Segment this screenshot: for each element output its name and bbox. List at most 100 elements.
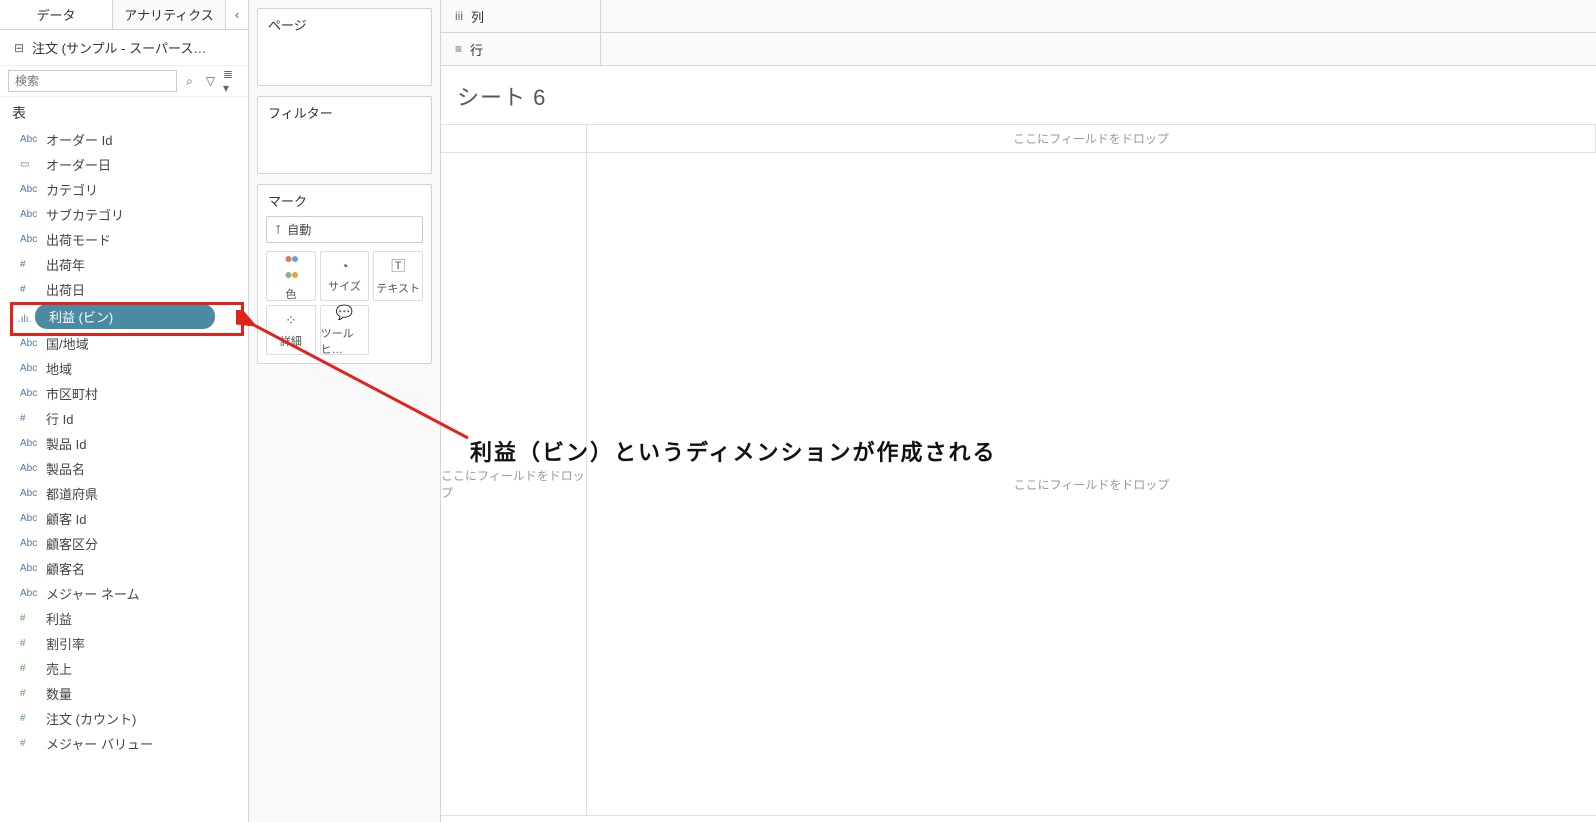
viz-drop-columns[interactable]: ここにフィールドをドロップ — [587, 125, 1596, 153]
field-item[interactable]: #数量 — [0, 681, 248, 706]
columns-label: 列 — [471, 7, 484, 26]
field-item[interactable]: Abc都道府県 — [0, 481, 248, 506]
marks-color-label: 色 — [285, 286, 296, 302]
tab-analytics[interactable]: アナリティクス — [113, 0, 226, 29]
collapse-sidebar-button[interactable]: ‹ — [226, 0, 248, 29]
marks-text-button[interactable]: 🅃 テキスト — [373, 251, 423, 301]
bin-icon: .ılı. — [18, 314, 31, 325]
field-label: オーダー Id — [46, 130, 112, 149]
marks-tooltip-label: ツールヒ… — [321, 325, 369, 357]
field-label: サブカテゴリ — [46, 205, 124, 224]
field-label: 市区町村 — [46, 384, 98, 403]
field-item[interactable]: Abc製品名 — [0, 456, 248, 481]
filter-icon[interactable]: ▽ — [202, 70, 219, 92]
field-item[interactable]: Abc製品 Id — [0, 431, 248, 456]
field-label: 顧客区分 — [46, 534, 98, 553]
field-label: 出荷モード — [46, 230, 111, 249]
field-item[interactable]: Abc地域 — [0, 356, 248, 381]
field-item[interactable]: Abcサブカテゴリ — [0, 202, 248, 227]
main-area: iii 列 ≡ 行 シート 6 ここにフィールドをドロップ ここにフィールドをド… — [441, 0, 1596, 822]
field-label: 出荷年 — [46, 255, 85, 274]
tab-data[interactable]: データ — [0, 0, 113, 29]
field-item[interactable]: Abc顧客 Id — [0, 506, 248, 531]
field-label: 地域 — [46, 359, 72, 378]
field-item[interactable]: ▭オーダー日 — [0, 152, 248, 177]
field-item[interactable]: Abc顧客区分 — [0, 531, 248, 556]
sidebar-tabs: データ アナリティクス ‹ — [0, 0, 248, 30]
filters-card-title: フィルター — [258, 97, 431, 128]
rows-shelf[interactable]: ≡ 行 — [441, 33, 1596, 66]
field-list: Abcオーダー Id▭オーダー日AbcカテゴリAbcサブカテゴリAbc出荷モード… — [0, 125, 248, 822]
marks-text-label: テキスト — [376, 280, 420, 296]
size-icon: ◔ — [340, 258, 348, 274]
field-item[interactable]: Abcカテゴリ — [0, 177, 248, 202]
view-mode-icon[interactable]: ≣ ▾ — [223, 70, 240, 92]
field-item[interactable]: #割引率 — [0, 631, 248, 656]
field-label: カテゴリ — [46, 180, 98, 199]
datasource-row[interactable]: ⊟ 注文 (サンプル - スーパース… — [0, 30, 248, 65]
columns-icon: iii — [455, 9, 463, 23]
field-label: 行 Id — [46, 409, 73, 428]
field-label: 製品 Id — [46, 434, 86, 453]
field-item[interactable]: Abc出荷モード — [0, 227, 248, 252]
mark-type-dropdown[interactable]: ⊺ 自動 — [266, 216, 423, 243]
marks-size-button[interactable]: ◔ サイズ — [320, 251, 370, 301]
viz-drop-grid: ここにフィールドをドロップ ここにフィールドをドロップ ここにフィールドをドロッ… — [441, 124, 1596, 816]
field-label: 製品名 — [46, 459, 85, 478]
viz-drop-rows[interactable]: ここにフィールドをドロップ — [441, 153, 587, 816]
field-item[interactable]: #出荷年 — [0, 252, 248, 277]
search-input[interactable] — [8, 70, 177, 92]
field-item[interactable]: #注文 (カウント) — [0, 706, 248, 731]
field-item[interactable]: #メジャー バリュー — [0, 731, 248, 756]
marks-card-title: マーク — [258, 185, 431, 216]
sheet-title[interactable]: シート 6 — [441, 80, 1596, 124]
sheet-area: シート 6 ここにフィールドをドロップ ここにフィールドをドロップ ここにフィー… — [441, 66, 1596, 822]
field-pill-profit-bin: 利益 (ビン) — [35, 304, 215, 329]
data-sidebar: データ アナリティクス ‹ ⊟ 注文 (サンプル - スーパース… ⌕ ▽ ≣ … — [0, 0, 249, 822]
marks-color-button[interactable]: ●●●● 色 — [266, 251, 316, 301]
tables-section-title: 表 — [0, 97, 248, 125]
field-label: 注文 (カウント) — [46, 709, 136, 728]
field-label: 国/地域 — [46, 334, 89, 353]
mark-type-label: 自動 — [287, 221, 311, 238]
field-label: 都道府県 — [46, 484, 98, 503]
datasource-icon: ⊟ — [12, 41, 26, 55]
rows-icon: ≡ — [455, 42, 462, 56]
field-item[interactable]: Abc国/地域 — [0, 331, 248, 356]
field-item[interactable]: #行 Id — [0, 406, 248, 431]
search-icon[interactable]: ⌕ — [181, 70, 198, 92]
field-label: メジャー バリュー — [46, 734, 153, 753]
marks-tooltip-button[interactable]: 💬 ツールヒ… — [320, 305, 370, 355]
marks-detail-label: 詳細 — [280, 333, 302, 349]
field-item[interactable]: Abc市区町村 — [0, 381, 248, 406]
field-label: メジャー ネーム — [46, 584, 140, 603]
search-row: ⌕ ▽ ≣ ▾ — [0, 65, 248, 97]
filters-card[interactable]: フィルター — [257, 96, 432, 174]
drop-text-main: ここにフィールドをドロップ — [1014, 476, 1170, 493]
field-item-profit-bin[interactable]: .ılı. 利益 (ビン) — [0, 302, 248, 331]
tooltip-icon: 💬 — [336, 304, 353, 321]
field-item[interactable]: Abcメジャー ネーム — [0, 581, 248, 606]
field-item[interactable]: #出荷日 — [0, 277, 248, 302]
field-item[interactable]: Abcオーダー Id — [0, 127, 248, 152]
field-item[interactable]: #売上 — [0, 656, 248, 681]
cards-column: ページ フィルター マーク ⊺ 自動 ●●●● 色 ◔ サイズ 🅃 — [249, 0, 441, 822]
viz-corner[interactable] — [441, 125, 587, 153]
field-label: 出荷日 — [46, 280, 85, 299]
field-item[interactable]: #利益 — [0, 606, 248, 631]
columns-shelf[interactable]: iii 列 — [441, 0, 1596, 33]
field-label: 顧客 Id — [46, 509, 86, 528]
marks-detail-button[interactable]: ⁘ 詳細 — [266, 305, 316, 355]
detail-icon: ⁘ — [285, 312, 297, 329]
drop-text-rows: ここにフィールドをドロップ — [441, 467, 586, 501]
field-label: 利益 — [46, 609, 72, 628]
pages-card-title: ページ — [258, 9, 431, 40]
field-item[interactable]: Abc顧客名 — [0, 556, 248, 581]
field-label: 売上 — [46, 659, 72, 678]
pages-card[interactable]: ページ — [257, 8, 432, 86]
color-icon: ●●●● — [284, 250, 297, 282]
field-label: 顧客名 — [46, 559, 85, 578]
datasource-name: 注文 (サンプル - スーパース… — [32, 38, 206, 57]
marks-size-label: サイズ — [328, 278, 361, 294]
viz-drop-main[interactable]: ここにフィールドをドロップ — [587, 153, 1596, 816]
